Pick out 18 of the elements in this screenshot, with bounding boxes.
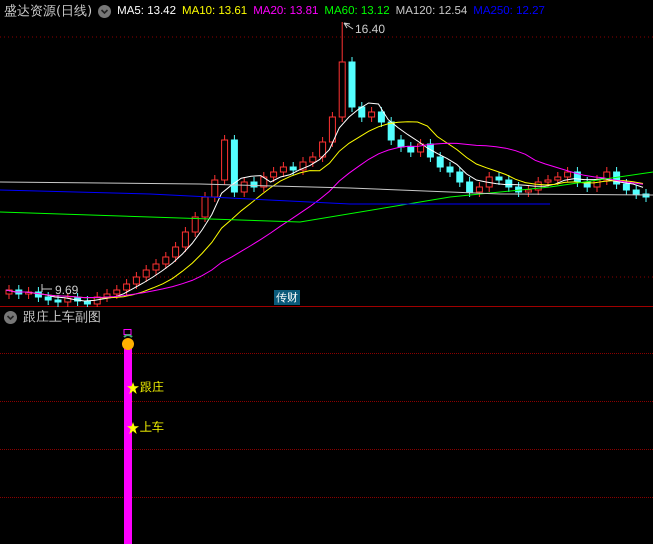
chevron-icon[interactable] bbox=[4, 310, 17, 324]
moving-average-reading: MA120: 12.54 bbox=[396, 5, 468, 17]
low-price-label: 9.69 bbox=[55, 283, 78, 297]
moving-average-reading: MA5: 13.42 bbox=[117, 5, 176, 17]
high-price-label: 16.40 bbox=[355, 22, 386, 36]
chart-title: 盛达资源(日线) bbox=[4, 3, 92, 20]
signal-label: 上车 bbox=[140, 419, 164, 436]
moving-average-reading: MA60: 13.12 bbox=[324, 5, 390, 17]
indicator-title: 跟庄上车副图 bbox=[23, 309, 101, 326]
chevron-icon[interactable] bbox=[98, 4, 112, 18]
logo-badge: 传财 bbox=[274, 290, 300, 305]
star-icon bbox=[127, 382, 139, 394]
moving-average-reading: MA10: 13.61 bbox=[182, 5, 248, 17]
signal-label: 跟庄 bbox=[140, 379, 164, 396]
fruit-icon bbox=[121, 329, 135, 351]
star-icon bbox=[127, 422, 139, 434]
moving-average-reading: MA250: 12.27 bbox=[473, 5, 545, 17]
moving-average-reading: MA20: 13.81 bbox=[253, 5, 318, 17]
